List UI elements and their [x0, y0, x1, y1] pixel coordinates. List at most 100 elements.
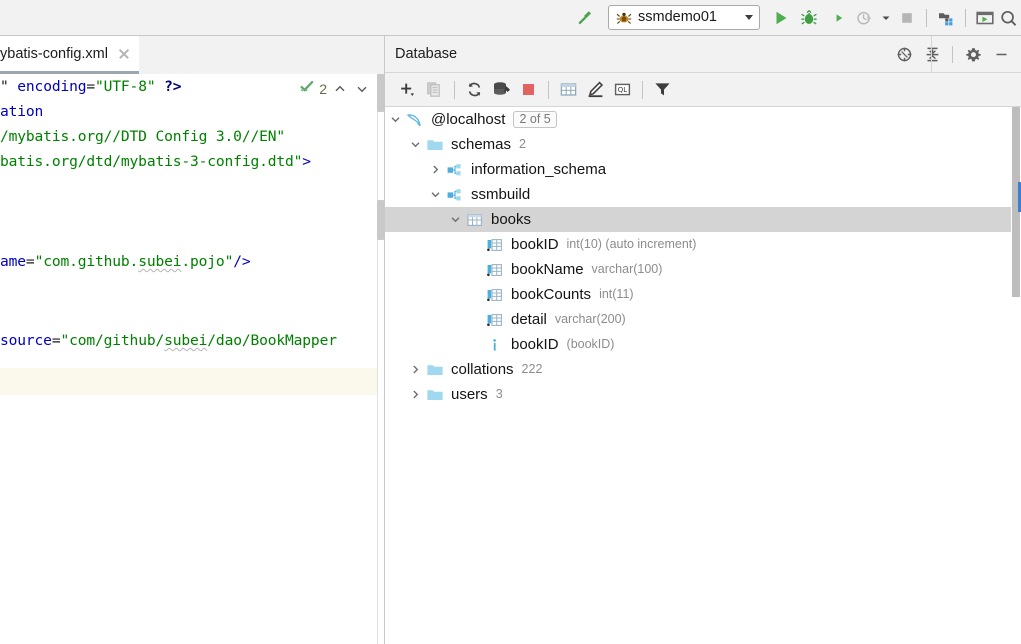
db-toolbar-separator-3 — [642, 81, 643, 99]
code-token: " — [0, 78, 17, 95]
copy-icon — [421, 76, 448, 103]
terminal-icon[interactable] — [971, 4, 999, 32]
code-line: ame="com.github.subei.pojo"/> — [0, 249, 251, 274]
code-line: /mybatis.org//DTD Config 3.0//EN" — [0, 124, 285, 149]
code-token: = — [86, 78, 95, 95]
chevron-up-icon[interactable] — [331, 80, 349, 98]
tree-node-detail: int(10) (auto increment) — [567, 238, 697, 251]
table-icon — [465, 207, 485, 232]
main-toolbar: ssmdemo01 — [0, 0, 1021, 36]
tree-twisty-empty — [465, 332, 485, 357]
profile-dropdown-chevron-icon[interactable] — [879, 4, 893, 32]
toolbar-actions: ssmdemo01 — [570, 0, 1021, 36]
query-console-icon[interactable]: QL — [609, 76, 636, 103]
chevron-down-icon[interactable] — [385, 107, 405, 132]
profile-icon[interactable] — [851, 4, 879, 32]
tree-node-bookid[interactable]: bookID (bookID) — [385, 332, 1021, 357]
minimize-icon[interactable] — [988, 41, 1014, 67]
tree-node--localhost[interactable]: @localhost2 of 5 — [385, 107, 1021, 132]
inspection-ok-icon[interactable] — [299, 78, 315, 99]
tree-node-detail: (bookID) — [567, 338, 615, 351]
tree-node-label: information_schema — [471, 162, 606, 177]
tree-node-label: schemas — [451, 137, 511, 152]
chevron-down-icon[interactable] — [445, 207, 465, 232]
database-tree[interactable]: @localhost2 of 5schemas2 information_sche… — [385, 107, 1021, 644]
code-token: "UTF-8" — [95, 78, 155, 95]
chevron-down-icon[interactable] — [425, 182, 445, 207]
tree-node-label: @localhost — [431, 112, 505, 127]
scrollbar-thumb[interactable] — [377, 200, 384, 240]
datasource-properties-icon[interactable] — [488, 76, 515, 103]
mysql-dolphin-icon — [405, 107, 425, 132]
scroll-from-source-icon[interactable] — [891, 41, 917, 67]
toolbar-separator-2 — [965, 9, 966, 27]
tree-node-ssmbuild[interactable]: ssmbuild — [385, 182, 1021, 207]
code-token: ?> — [155, 78, 181, 95]
add-icon[interactable] — [394, 76, 421, 103]
chevron-right-icon[interactable] — [405, 357, 425, 382]
tree-node-bookname[interactable]: bookNamevarchar(100) — [385, 257, 1021, 282]
editor-tab-mybatis-config[interactable]: ybatis-config.xml — [0, 36, 139, 74]
tree-node-users[interactable]: users3 — [385, 382, 1021, 407]
editor-scrollbar[interactable] — [377, 74, 384, 644]
run-configuration-selector[interactable]: ssmdemo01 — [608, 5, 760, 30]
code-token: /> — [233, 253, 250, 270]
tree-node-detail: varchar(200) — [555, 313, 626, 326]
scrollbar-thumb[interactable] — [377, 74, 384, 112]
database-tool-window: Database — [385, 36, 1021, 644]
stop-icon — [893, 4, 921, 32]
modify-icon[interactable] — [582, 76, 609, 103]
tree-node-label: books — [491, 212, 531, 227]
code-token: > — [302, 153, 311, 170]
database-toolbar: QL — [385, 73, 1021, 107]
column-icon — [485, 257, 505, 282]
database-panel-title: Database — [395, 46, 457, 62]
code-token: .pojo" — [181, 253, 233, 270]
tree-node-bookcounts[interactable]: bookCountsint(11) — [385, 282, 1021, 307]
gear-icon[interactable] — [960, 41, 986, 67]
tree-node-label: users — [451, 387, 488, 402]
hammer-icon[interactable] — [570, 4, 598, 32]
tree-node-books[interactable]: books — [385, 207, 1021, 232]
tree-node-information-schema[interactable]: information_schema — [385, 157, 1021, 182]
tree-node-detail: 222 — [522, 363, 543, 376]
debug-icon[interactable] — [795, 4, 823, 32]
code-token: ation — [0, 103, 43, 120]
tree-node-collations[interactable]: collations222 — [385, 357, 1021, 382]
project-structure-icon[interactable] — [932, 4, 960, 32]
tree-node-schemas[interactable]: schemas2 — [385, 132, 1021, 157]
refresh-icon[interactable] — [461, 76, 488, 103]
chevron-down-icon[interactable] — [745, 15, 753, 20]
column-icon — [485, 307, 505, 332]
code-token: subei — [164, 332, 207, 349]
code-editor[interactable]: " encoding="UTF-8" ?>ation/mybatis.org//… — [0, 74, 384, 644]
db-toolbar-separator-1 — [454, 81, 455, 99]
chevron-down-icon[interactable] — [353, 80, 371, 98]
schema-icon — [445, 157, 465, 182]
tree-node-detail[interactable]: detail varchar(200) — [385, 307, 1021, 332]
search-icon[interactable] — [999, 4, 1017, 32]
run-icon[interactable] — [767, 4, 795, 32]
database-tree-rows: @localhost2 of 5schemas2 information_sche… — [385, 107, 1021, 407]
folder-icon — [425, 132, 445, 157]
chevron-right-icon[interactable] — [425, 157, 445, 182]
table-editor-icon[interactable] — [555, 76, 582, 103]
toolbar-spacer — [0, 17, 570, 18]
run-configuration-label: ssmdemo01 — [638, 10, 717, 25]
code-token: /dao/BookMapper — [207, 332, 337, 349]
filter-icon[interactable] — [649, 76, 676, 103]
tree-node-label: detail — [511, 312, 547, 327]
database-scrollbar[interactable] — [1011, 107, 1021, 644]
chevron-down-icon[interactable] — [405, 132, 425, 157]
schema-icon — [445, 182, 465, 207]
header-divider — [931, 36, 932, 73]
code-line: " encoding="UTF-8" ?> — [0, 74, 181, 99]
collapse-all-icon[interactable] — [919, 41, 945, 67]
tree-node-bookid[interactable]: bookIDint(10) (auto increment) — [385, 232, 1021, 257]
database-panel-header: Database — [385, 36, 1021, 73]
chevron-right-icon[interactable] — [405, 382, 425, 407]
close-icon[interactable] — [117, 47, 131, 61]
tree-node-label: bookID — [511, 337, 559, 352]
run-coverage-icon[interactable] — [823, 4, 851, 32]
code-token: /mybatis.org//DTD Config 3.0//EN" — [0, 128, 285, 145]
